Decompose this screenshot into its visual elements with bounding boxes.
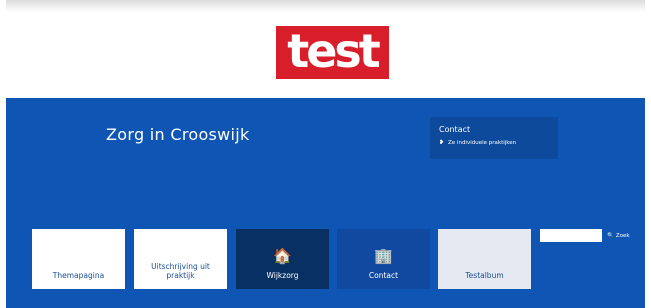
- map-pin-icon: ❥: [439, 139, 445, 146]
- tile-wijkzorg[interactable]: 🏠 Wijkzorg: [236, 229, 329, 289]
- tile-contact[interactable]: 🏢 Contact: [337, 229, 430, 289]
- search-button-label: Zoek: [615, 232, 630, 239]
- hero-banner: Zorg in Crooswijk Contact ❥ Ze individue…: [6, 98, 645, 308]
- contact-box: Contact ❥ Ze individuele praktijken: [430, 117, 558, 159]
- tile-label: Themapagina: [52, 271, 105, 280]
- tile-label: Uitschrijving uit praktijk: [151, 262, 210, 280]
- building-icon: 🏢: [374, 247, 393, 265]
- search-input[interactable]: [540, 229, 602, 242]
- contact-link-label: Ze individuele praktijken: [448, 139, 517, 146]
- tile-label: Testalbum: [465, 271, 504, 280]
- tile-testalbum[interactable]: Testalbum: [438, 229, 531, 289]
- contact-box-title: Contact: [439, 125, 471, 134]
- logo-text: test: [287, 23, 381, 78]
- tile-uitschrijving[interactable]: Uitschrijving uit praktijk: [134, 229, 227, 289]
- search-form: 🔍 Zoek: [540, 229, 635, 242]
- tile-themapagina[interactable]: Themapagina: [32, 229, 125, 289]
- contact-practices-link[interactable]: ❥ Ze individuele praktijken: [439, 139, 516, 146]
- home-icon: 🏠: [273, 247, 292, 265]
- site-logo[interactable]: test: [276, 26, 389, 79]
- tile-label: Contact: [368, 271, 399, 280]
- search-icon: 🔍: [607, 232, 614, 239]
- tile-label: Wijkzorg: [266, 271, 299, 280]
- page-title: Zorg in Crooswijk: [106, 125, 250, 144]
- top-shadow: [6, 0, 645, 12]
- search-button[interactable]: 🔍 Zoek: [602, 229, 635, 242]
